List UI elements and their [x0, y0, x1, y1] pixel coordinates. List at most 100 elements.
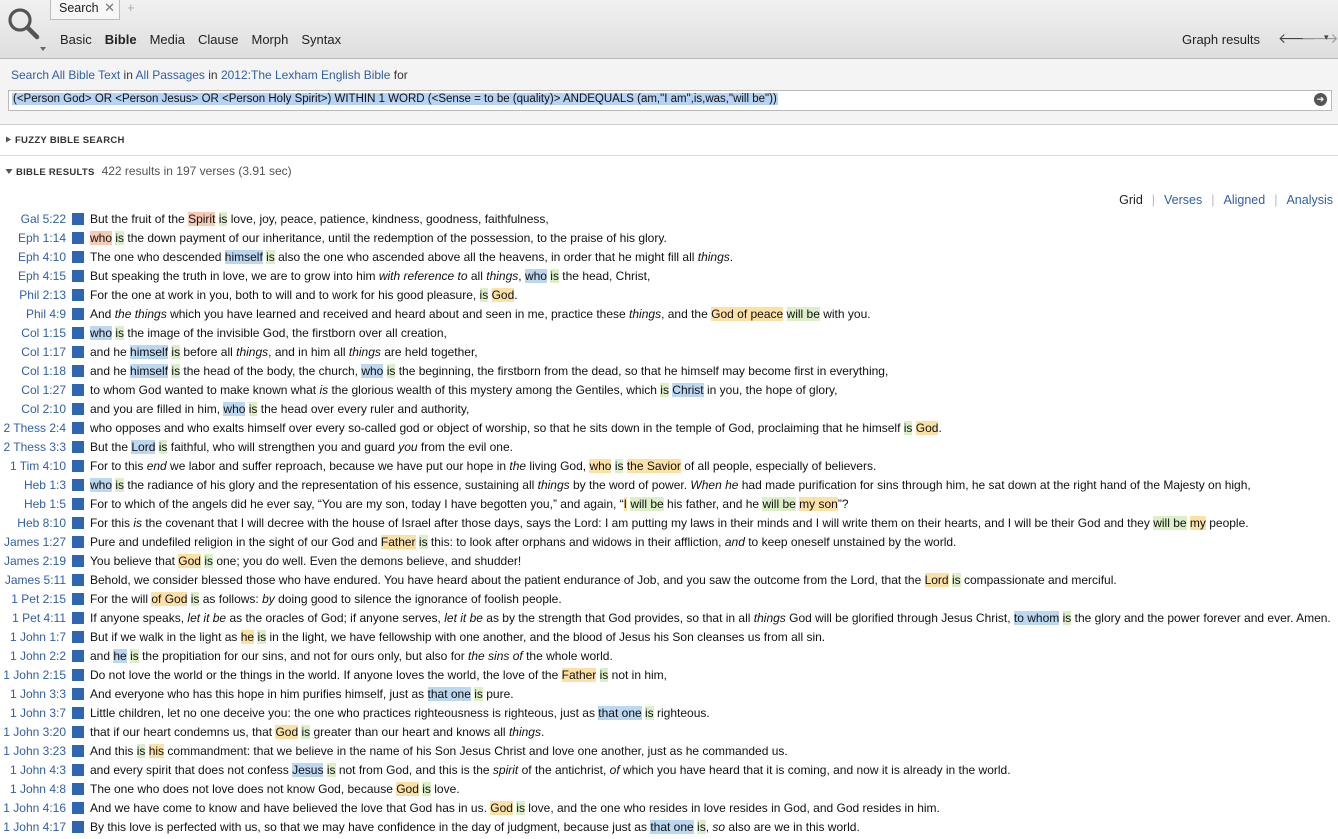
result-row[interactable]: 1 John 1:7 But if we walk in the light as… [0, 628, 1338, 647]
verse-reference-link[interactable]: Phil 4:9 [26, 307, 66, 321]
result-row[interactable]: Eph 1:14 who is the down payment of our i… [0, 229, 1338, 248]
search-hit: that one [650, 820, 694, 834]
verse-reference-link[interactable]: 1 John 4:17 [3, 820, 66, 834]
graph-results-button[interactable]: Graph results [1182, 32, 1260, 47]
result-row[interactable]: 1 John 4:8 The one who does not love does… [0, 780, 1338, 799]
search-hit: Jesus [292, 763, 324, 777]
tab-search[interactable]: Search ✕ [50, 0, 120, 20]
result-row[interactable]: Col 1:27 to whom God wanted to make known… [0, 381, 1338, 400]
result-row[interactable]: Col 1:17 and he himself is before all thi… [0, 343, 1338, 362]
result-row[interactable]: James 5:11 Behold, we consider blessed th… [0, 571, 1338, 590]
result-row[interactable]: 2 Thess 2:4 who opposes and who exalts hi… [0, 419, 1338, 438]
verse-reference-link[interactable]: 1 John 2:15 [3, 668, 66, 682]
verse-reference-link[interactable]: Heb 1:5 [24, 497, 66, 511]
mode-media[interactable]: Media [150, 32, 185, 47]
result-row[interactable]: Heb 1:3 who is the radiance of his glory … [0, 476, 1338, 495]
verse-reference-link[interactable]: 2 Thess 2:4 [4, 421, 66, 435]
result-row[interactable]: 1 John 2:2 and he is the propitiation for… [0, 647, 1338, 666]
result-row[interactable]: 1 John 3:23 And this is his commandment: … [0, 742, 1338, 761]
verse-reference-link[interactable]: Gal 5:22 [21, 212, 66, 226]
resource-dropdown[interactable]: 2012:The Lexham English Bible [221, 68, 390, 82]
query-text[interactable]: (<Person God> OR <Person Jesus> OR <Pers… [12, 93, 778, 105]
verse-reference-link[interactable]: Col 1:27 [21, 383, 66, 397]
result-row[interactable]: Col 1:18 and he himself is the head of th… [0, 362, 1338, 381]
result-row[interactable]: James 2:19 You believe that God is one; y… [0, 552, 1338, 571]
chevron-down-icon[interactable]: ▾ [1324, 32, 1329, 43]
view-analysis[interactable]: Analysis [1286, 193, 1333, 207]
result-row[interactable]: Col 1:15 who is the image of the invisibl… [0, 324, 1338, 343]
mode-morph[interactable]: Morph [251, 32, 288, 47]
result-row[interactable]: 1 John 4:3 and every spirit that does not… [0, 761, 1338, 780]
mode-clause[interactable]: Clause [198, 32, 238, 47]
verse-reference-link[interactable]: 1 John 3:20 [3, 725, 66, 739]
mode-basic[interactable]: Basic [60, 32, 92, 47]
query-input[interactable]: (<Person God> OR <Person Jesus> OR <Pers… [8, 90, 1332, 111]
verse-reference-link[interactable]: Col 2:10 [21, 402, 66, 416]
search-type-dropdown[interactable]: Search [11, 68, 49, 82]
passages-dropdown[interactable]: All Passages [136, 68, 205, 82]
verse-reference-link[interactable]: 1 John 3:7 [10, 706, 66, 720]
verse-reference-link[interactable]: 1 Pet 2:15 [11, 592, 66, 606]
verse-reference-link[interactable]: James 5:11 [5, 573, 66, 587]
verse-reference-link[interactable]: 1 John 3:23 [3, 744, 66, 758]
search-hit: is [951, 573, 961, 587]
verse-reference-link[interactable]: Col 1:17 [21, 345, 66, 359]
verse-reference-link[interactable]: 1 John 2:2 [10, 649, 66, 663]
verse-reference-link[interactable]: 1 John 3:3 [10, 687, 66, 701]
close-icon[interactable]: ✕ [104, 0, 115, 16]
result-row[interactable]: Eph 4:10 The one who descended himself is… [0, 248, 1338, 267]
verse-reference-link[interactable]: 2 Thess 3:3 [4, 440, 66, 454]
result-row[interactable]: 1 Pet 4:11 If anyone speaks, let it be as… [0, 609, 1338, 628]
view-aligned[interactable]: Aligned [1224, 193, 1266, 207]
result-row[interactable]: 1 John 3:7 Little children, let no one de… [0, 704, 1338, 723]
go-arrow-icon[interactable]: ➔ [1314, 93, 1327, 106]
mode-syntax[interactable]: Syntax [301, 32, 341, 47]
result-row[interactable]: 1 John 4:17 By this love is perfected wit… [0, 818, 1338, 837]
new-tab-button[interactable]: + [127, 0, 135, 15]
verse-reference-link[interactable]: 1 John 4:8 [10, 782, 66, 796]
verse-reference-link[interactable]: Eph 4:10 [18, 250, 66, 264]
verse-reference-link[interactable]: Eph 4:15 [18, 269, 66, 283]
verse-reference-link[interactable]: James 2:19 [4, 554, 66, 568]
verse-reference-link[interactable]: 1 Pet 4:11 [12, 611, 66, 625]
result-row[interactable]: Heb 1:5 For to which of the angels did he… [0, 495, 1338, 514]
result-row[interactable]: 1 John 4:16 And we have come to know and … [0, 799, 1338, 818]
result-row[interactable]: 2 Thess 3:3 But the Lord is faithful, who… [0, 438, 1338, 457]
fuzzy-search-section[interactable]: FUZZY BIBLE SEARCH [5, 135, 125, 146]
verse-reference-link[interactable]: Heb 1:3 [24, 478, 66, 492]
verse-text: And the things which you have learned an… [90, 307, 871, 321]
forward-arrow-icon[interactable]: 🡒 [1301, 30, 1338, 47]
view-verses[interactable]: Verses [1164, 193, 1202, 207]
verse-reference-link[interactable]: Col 1:15 [21, 326, 66, 340]
result-row[interactable]: Phil 4:9 And the things which you have le… [0, 305, 1338, 324]
result-row[interactable]: 1 John 3:3 And everyone who has this hope… [0, 685, 1338, 704]
result-row[interactable]: Eph 4:15 But speaking the truth in love, … [0, 267, 1338, 286]
verse-reference-link[interactable]: 1 John 4:3 [10, 763, 66, 777]
search-icon[interactable] [3, 4, 47, 52]
verse-reference-link[interactable]: 1 Tim 4:10 [10, 459, 66, 473]
verse-reference-link[interactable]: Col 1:18 [21, 364, 66, 378]
result-row[interactable]: 1 John 3:20 that if our heart condemns us… [0, 723, 1338, 742]
result-row[interactable]: 1 Tim 4:10 For to this end we labor and s… [0, 457, 1338, 476]
search-hit: is [204, 554, 213, 568]
expanded-triangle-icon[interactable] [5, 168, 13, 175]
verse-reference-link[interactable]: Eph 1:14 [18, 231, 66, 245]
result-row[interactable]: Gal 5:22 But the fruit of the Spirit is l… [0, 210, 1338, 229]
verse-reference-link[interactable]: Phil 2:13 [19, 288, 66, 302]
text-segment: the head of the body, the church, [180, 364, 362, 378]
verse-reference-link[interactable]: 1 John 4:16 [3, 801, 66, 815]
result-row[interactable]: 1 John 2:15 Do not love the world or the … [0, 666, 1338, 685]
view-grid[interactable]: Grid [1119, 193, 1143, 207]
result-row[interactable]: Heb 8:10 For this is the covenant that I … [0, 514, 1338, 533]
verse-reference-link[interactable]: James 1:27 [4, 535, 66, 549]
result-row[interactable]: Col 2:10 and you are filled in him, who i… [0, 400, 1338, 419]
mode-bible[interactable]: Bible [105, 32, 137, 47]
result-row[interactable]: James 1:27 Pure and undefiled religion in… [0, 533, 1338, 552]
verse-reference-link[interactable]: Heb 8:10 [17, 516, 66, 530]
result-row[interactable]: Phil 2:13 For the one at work in you, bot… [0, 286, 1338, 305]
bible-results-header[interactable]: BIBLE RESULTS 422 results in 197 verses … [5, 164, 292, 178]
result-row[interactable]: 1 Pet 2:15 For the will of God is as foll… [0, 590, 1338, 609]
scope-dropdown[interactable]: All Bible Text [52, 68, 120, 82]
collapsed-triangle-icon[interactable] [5, 136, 12, 143]
verse-reference-link[interactable]: 1 John 1:7 [10, 630, 66, 644]
